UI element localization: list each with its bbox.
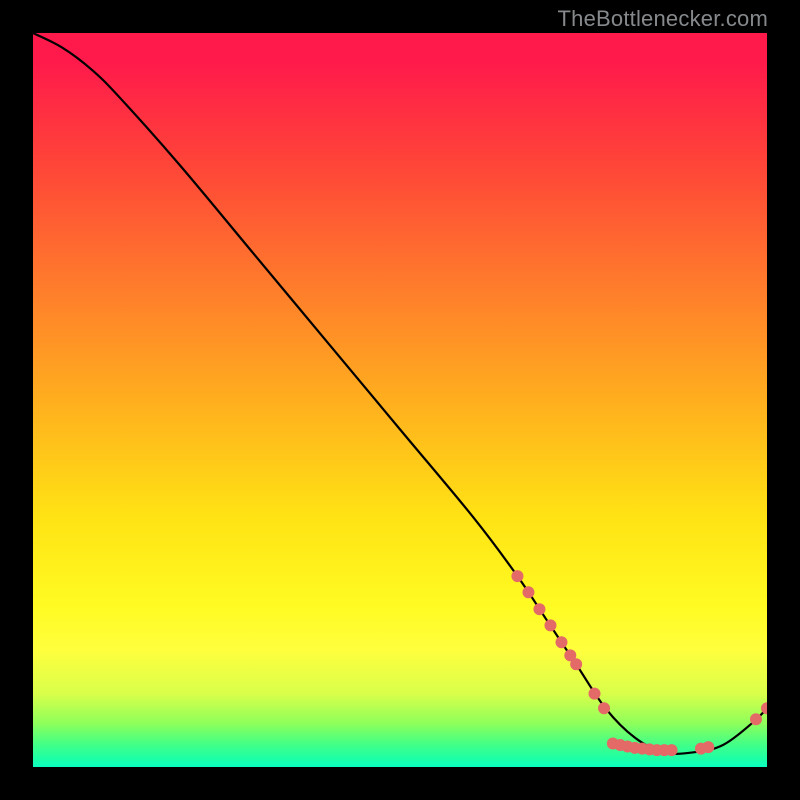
attribution-link[interactable]: TheBottlenecker.com: [558, 6, 768, 32]
data-marker: [666, 744, 678, 756]
data-marker: [522, 586, 534, 598]
data-marker: [702, 741, 714, 753]
curve-line: [33, 33, 767, 754]
chart-svg-layer: [33, 33, 767, 767]
data-marker: [533, 603, 545, 615]
chart-stage: TheBottlenecker.com: [0, 0, 800, 800]
data-marker: [544, 619, 556, 631]
data-marker: [555, 636, 567, 648]
plot-area: [33, 33, 767, 767]
data-marker: [589, 688, 601, 700]
data-marker: [511, 570, 523, 582]
marker-group: [511, 570, 767, 756]
data-marker: [570, 658, 582, 670]
data-marker: [598, 702, 610, 714]
data-marker: [750, 713, 762, 725]
